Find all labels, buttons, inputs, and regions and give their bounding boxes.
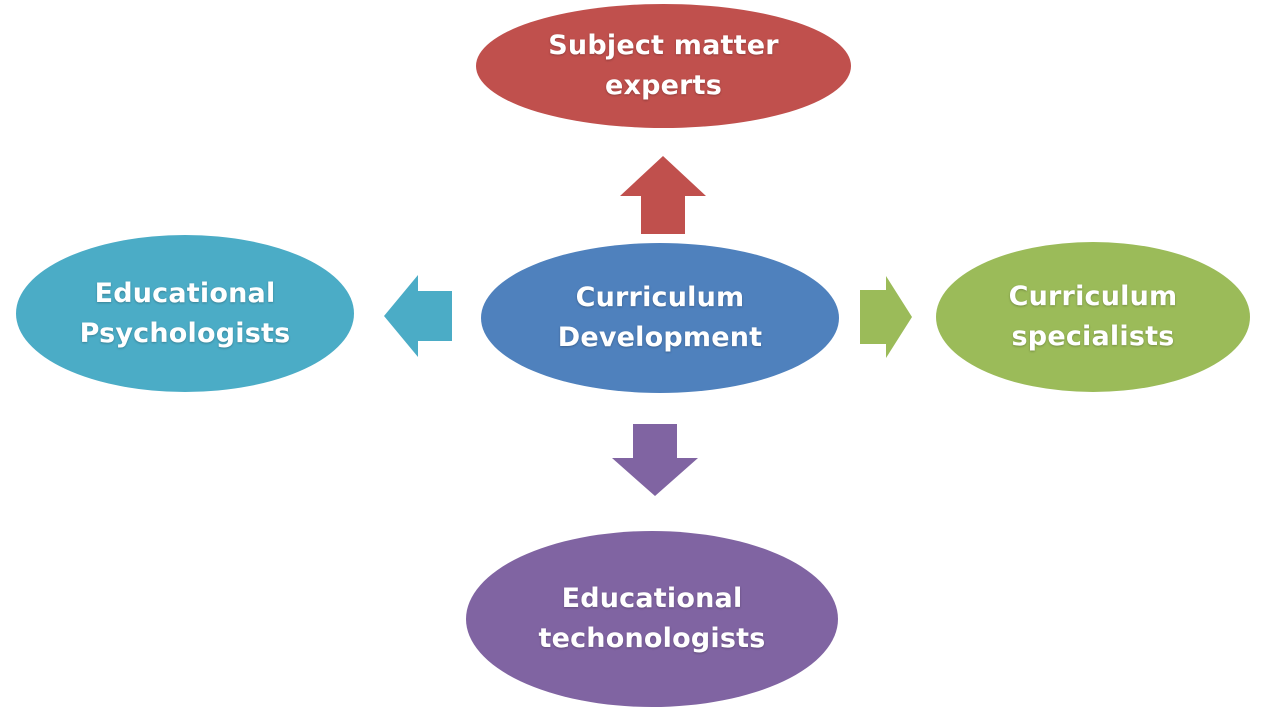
arrow-left (384, 275, 452, 357)
node-label: Subject matter experts (548, 30, 779, 101)
node-label: Curriculum specialists (1008, 281, 1178, 352)
arrow-right (860, 276, 912, 358)
arrow-right-shape (860, 276, 912, 358)
curriculum-diagram: Subject matter experts Educational Psych… (0, 0, 1264, 719)
node-label: Educational Psychologists (79, 277, 291, 349)
arrow-up-shape (620, 156, 706, 234)
arrow-down (612, 424, 698, 496)
arrow-up (620, 156, 706, 234)
node-subject-matter-experts: Subject matter experts (476, 4, 851, 128)
node-educational-techonologists: Educational techonologists (466, 531, 838, 707)
node-label: Curriculum Development (557, 282, 763, 353)
node-curriculum-development: Curriculum Development (481, 243, 839, 393)
node-label: Educational techonologists (538, 583, 766, 654)
arrow-down-shape (612, 424, 698, 496)
arrow-left-shape (384, 275, 452, 357)
node-curriculum-specialists: Curriculum specialists (936, 242, 1250, 392)
node-educational-psychologists: Educational Psychologists (16, 235, 354, 392)
